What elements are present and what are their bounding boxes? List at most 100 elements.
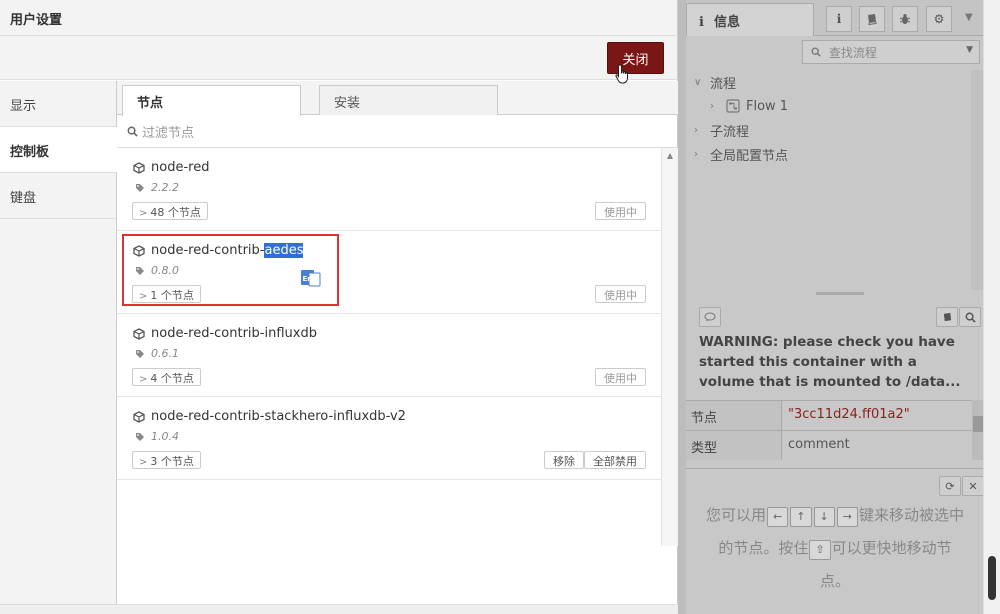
search-icon <box>965 312 976 323</box>
tree-item-flow-1[interactable]: › Flow 1 <box>686 94 976 118</box>
node-info-toolbar <box>686 300 984 330</box>
node-count-toggle[interactable]: >4 个节点 <box>132 368 201 386</box>
node-count-toggle[interactable]: >48 个节点 <box>132 202 208 220</box>
chevron-right-icon: > <box>139 208 148 219</box>
chevron-right-icon: › <box>694 124 698 136</box>
config-tab-button[interactable]: ⚙ <box>926 6 952 32</box>
remove-button[interactable]: 移除 <box>544 451 584 469</box>
tree-scrollbar[interactable] <box>971 70 983 290</box>
gear-icon: ⚙ <box>933 12 945 26</box>
flow-icon <box>726 99 740 113</box>
settings-nav: 显示 控制板 键盘 <box>0 81 117 614</box>
in-use-button[interactable]: 使用中 <box>595 368 646 386</box>
prop-key: 类型 <box>686 431 782 460</box>
tip-text-part: 可以更快地移动节点。 <box>819 539 952 590</box>
tab-info-label: 信息 <box>713 15 740 30</box>
package-icon <box>133 327 145 340</box>
node-module-name: node-red-contrib-influxdb <box>151 326 317 341</box>
next-tip-button[interactable]: ⟳ <box>939 476 961 496</box>
prop-value: "3cc11d24.ff01a2" <box>788 407 910 422</box>
close-tips-button[interactable]: ✕ <box>962 476 984 496</box>
scrollbar-thumb[interactable] <box>973 416 983 432</box>
nav-item-display[interactable]: 显示 <box>0 81 116 127</box>
node-count-label: 3 个节点 <box>150 455 194 468</box>
chevron-down-icon[interactable]: ▼ <box>965 12 973 23</box>
node-module-name: node-red <box>151 160 210 175</box>
list-item: node-red-contrib-influxdb 0.6.1 >4 个节点 使… <box>117 314 661 397</box>
tree-item-flows[interactable]: ∨ 流程 <box>686 70 976 94</box>
dialog-toolbar <box>0 36 677 80</box>
chevron-right-icon: › <box>694 148 698 160</box>
tag-icon <box>136 183 144 192</box>
node-version: 2.2.2 <box>151 181 179 194</box>
hand-pointer-cursor-icon <box>615 64 628 84</box>
dialog-horizontal-scrollbar[interactable] <box>0 604 678 614</box>
arrow-down-key: ↓ <box>813 507 835 527</box>
prop-key: 节点 <box>686 401 782 430</box>
tips-panel: ⟳ ✕ 您可以用 ← ↑ ↓ → 键来移动被选中的节点。按住 ⇧ 可以更快地移动节点。 <box>686 468 984 614</box>
help-tab-button[interactable] <box>859 6 885 32</box>
tip-text-part: 您可以用 <box>706 506 767 524</box>
node-version: 0.6.1 <box>151 347 179 360</box>
refresh-icon: ⟳ <box>945 479 955 493</box>
table-row: 节点 "3cc11d24.ff01a2" <box>686 400 984 430</box>
chevron-right-icon: › <box>710 100 714 112</box>
debug-tab-button[interactable] <box>892 6 918 32</box>
node-info-panel: WARNING: please check you have started t… <box>686 300 984 468</box>
arrow-up-key: ↑ <box>790 507 812 527</box>
comment-icon <box>704 312 716 322</box>
chevron-right-icon: > <box>139 374 148 385</box>
chevron-down-icon: ∨ <box>694 76 702 88</box>
search-node-button[interactable] <box>959 307 981 327</box>
in-use-button[interactable]: 使用中 <box>595 202 646 220</box>
list-item: node-red-contrib-stackhero-influxdb-v2 1… <box>117 397 661 480</box>
package-icon <box>133 161 145 174</box>
node-count-label: 48 个节点 <box>150 206 201 219</box>
tree-item-label: 子流程 <box>710 124 750 140</box>
search-flows-input[interactable]: 查找流程 ▼ <box>802 40 980 64</box>
scroll-up-icon[interactable]: ▲ <box>667 151 673 160</box>
dialog-title: 用户设置 <box>0 0 677 36</box>
node-count-toggle[interactable]: >3 个节点 <box>132 451 201 469</box>
tab-nodes[interactable]: 节点 <box>122 85 301 116</box>
book-icon <box>943 312 951 321</box>
nav-item-keyboard[interactable]: 键盘 <box>0 173 116 219</box>
tree-item-global-config[interactable]: › 全局配置节点 <box>686 142 976 166</box>
panel-resize-grip[interactable] <box>816 292 864 295</box>
scrollbar-thumb[interactable] <box>988 556 996 600</box>
disable-all-button[interactable]: 全部禁用 <box>584 451 646 469</box>
tree-item-subflows[interactable]: › 子流程 <box>686 118 976 142</box>
bug-icon <box>899 14 911 24</box>
node-count-label: 4 个节点 <box>150 372 194 385</box>
palette-tabs: 节点 安装 <box>117 81 678 116</box>
user-settings-dialog: 用户设置 显示 控制板 键盘 节点 安装 过滤节点 node-red 2.2.2 <box>0 0 678 614</box>
shift-key: ⇧ <box>809 540 831 560</box>
installed-node-list: node-red 2.2.2 >48 个节点 使用中 node-red-cont… <box>117 148 678 546</box>
tree-item-label: Flow 1 <box>746 98 789 114</box>
comment-button[interactable] <box>699 307 721 327</box>
show-help-button[interactable] <box>936 307 958 327</box>
tab-info[interactable]: i 信息 <box>686 3 814 36</box>
in-use-button[interactable]: 使用中 <box>595 285 646 303</box>
tree-item-label: 流程 <box>710 76 737 92</box>
arrow-right-key: → <box>836 507 858 527</box>
package-icon <box>133 410 145 423</box>
info-sidebar: i 信息 i ⚙ ▼ 查找流程 ▼ ∨ 流程 › Flow 1 › 子流程 › 全局配置… <box>686 0 1000 614</box>
tips-toolbar: ⟳ ✕ <box>686 469 984 499</box>
tab-install[interactable]: 安装 <box>319 85 498 115</box>
node-comment-text: WARNING: please check you have started t… <box>699 334 961 390</box>
list-item: node-red-contrib-aedes 0.8.0 >1 个节点 使用中 … <box>117 231 661 314</box>
book-icon <box>868 14 877 25</box>
search-placeholder: 查找流程 <box>828 46 877 60</box>
nav-item-palette[interactable]: 控制板 <box>0 127 117 173</box>
flow-tree: ∨ 流程 › Flow 1 › 子流程 › 全局配置节点 <box>686 70 976 166</box>
node-list-scrollbar[interactable]: ▲ <box>661 148 678 546</box>
search-icon <box>811 47 821 57</box>
node-module-name: node-red-contrib-stackhero-influxdb-v2 <box>151 409 406 424</box>
filter-nodes-input[interactable]: 过滤节点 <box>117 115 678 148</box>
prop-value: comment <box>788 437 850 452</box>
info-tab-button[interactable]: i <box>826 6 852 32</box>
sidebar-splitter[interactable] <box>678 0 686 614</box>
window-scrollbar[interactable] <box>983 0 1000 614</box>
caret-down-icon[interactable]: ▼ <box>966 45 973 55</box>
